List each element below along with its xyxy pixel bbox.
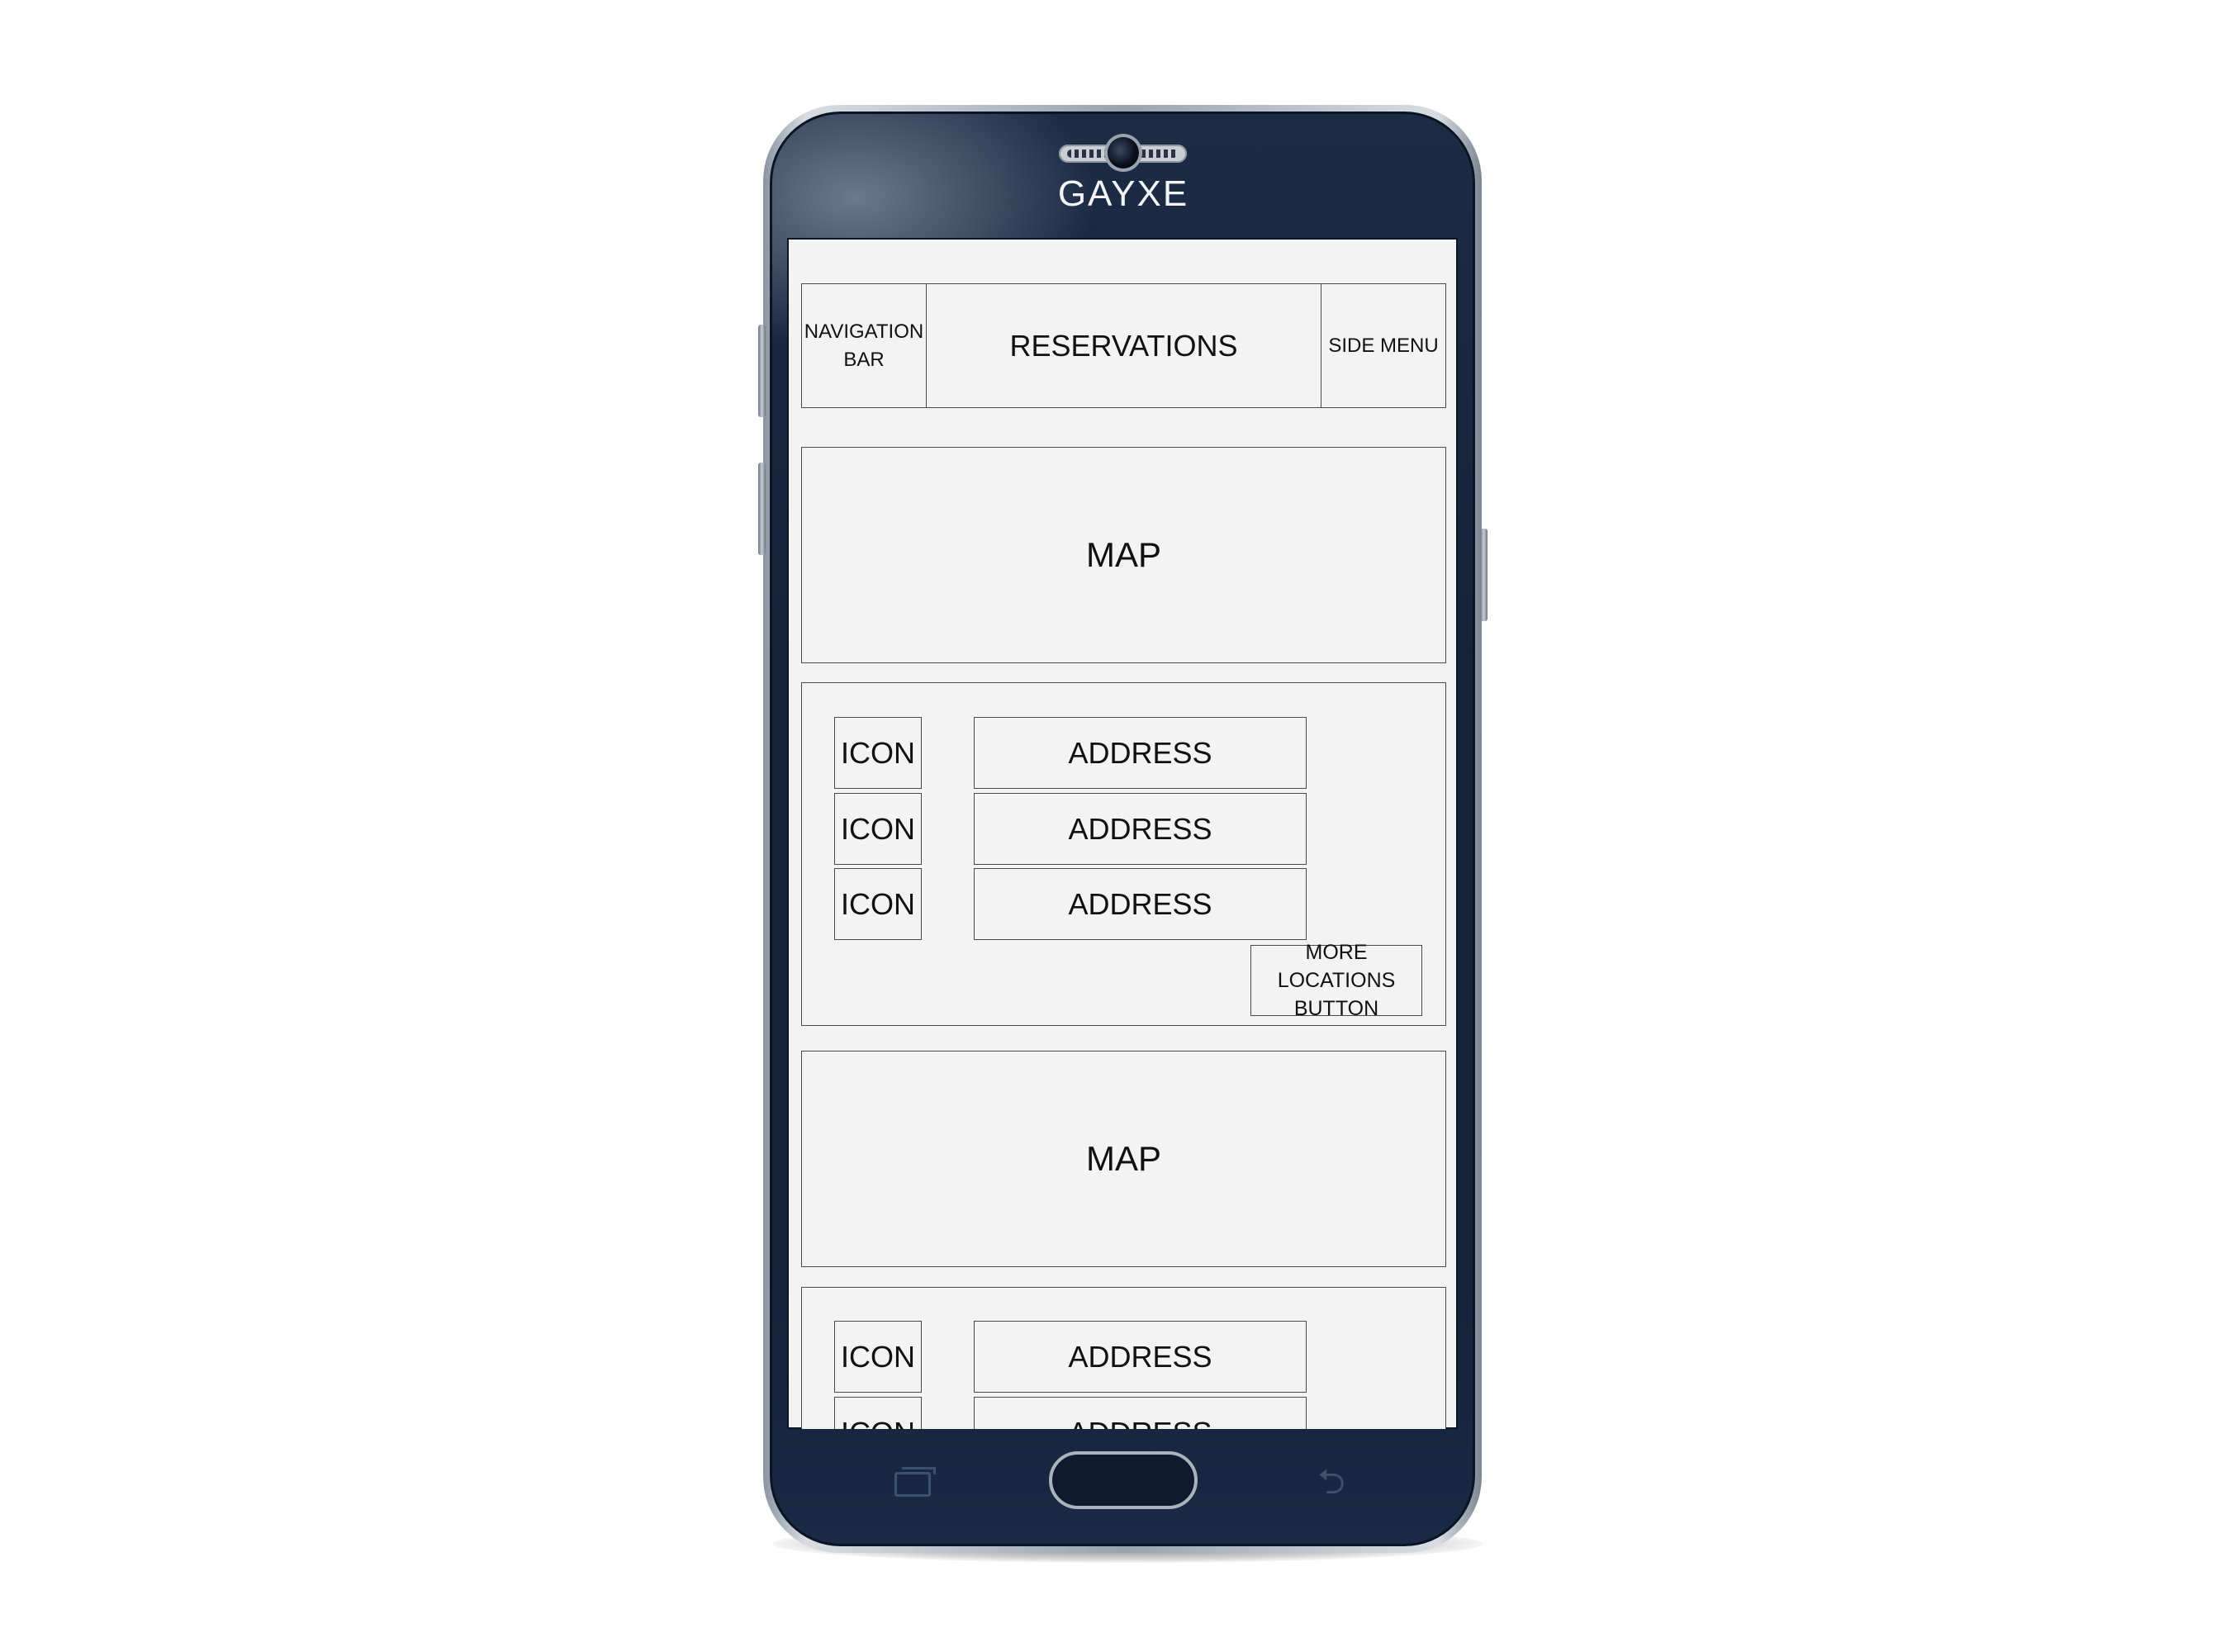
map-label: MAP [1085,535,1161,574]
location-address[interactable]: ADDRESS [974,868,1307,940]
location-icon-label: ICON [841,886,915,921]
location-address-label: ADDRESS [1068,1416,1212,1430]
side-menu-button[interactable]: SIDE MENU [1321,283,1446,408]
home-button[interactable] [1049,1451,1198,1509]
side-menu-label: SIDE MENU [1328,334,1439,357]
location-icon-label: ICON [841,735,915,770]
location-icon: ICON [834,1397,922,1429]
volume-up-key [758,325,766,417]
map-label: MAP [1085,1139,1161,1178]
location-address-label: ADDRESS [1068,735,1212,770]
location-address[interactable]: ADDRESS [974,1321,1307,1393]
location-icon-label: ICON [841,1339,915,1374]
page-title: RESERVATIONS [926,283,1321,408]
recent-apps-icon[interactable] [894,1467,936,1497]
location-address-label: ADDRESS [1068,886,1212,921]
location-icon: ICON [834,1321,922,1393]
location-icon-label: ICON [841,811,915,846]
location-address[interactable]: ADDRESS [974,1397,1307,1429]
location-address[interactable]: ADDRESS [974,717,1307,789]
volume-down-key [758,463,766,555]
front-camera-icon [1108,137,1139,169]
navigation-bar-label: NAVIGATION BAR [804,320,924,371]
power-key [1480,529,1487,621]
location-icon-label: ICON [841,1416,915,1430]
location-icon: ICON [834,717,922,789]
location-address-label: ADDRESS [1068,1339,1212,1374]
navigation-bar-button[interactable]: NAVIGATION BAR [801,283,927,408]
map-panel[interactable]: MAP [801,1051,1446,1267]
device-brand: GAYXE [1057,173,1189,214]
screen: NAVIGATION BAR RESERVATIONS SIDE MENU MA… [787,238,1458,1429]
more-locations-button[interactable]: MORE LOCATIONS BUTTON [1250,941,1422,1020]
location-address-label: ADDRESS [1068,811,1212,846]
location-icon: ICON [834,793,922,865]
back-icon[interactable]: ⮌ [1307,1464,1356,1499]
page-title-text: RESERVATIONS [1009,328,1238,363]
map-panel[interactable]: MAP [801,447,1446,663]
location-address[interactable]: ADDRESS [974,793,1307,865]
more-locations-label: MORE LOCATIONS BUTTON [1277,941,1396,1020]
location-icon: ICON [834,868,922,940]
